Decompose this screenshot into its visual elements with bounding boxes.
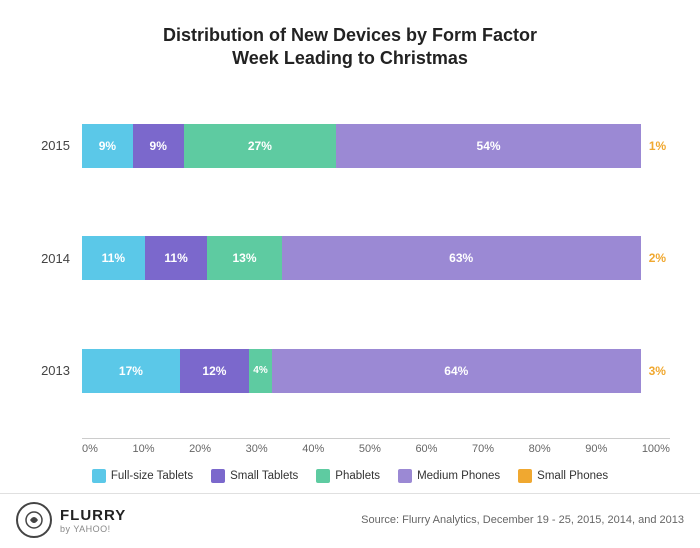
legend-label: Full-size Tablets <box>111 470 193 482</box>
bar-row-2014: 201411%11%13%63%2% <box>30 236 670 280</box>
bar-segment-phablets: 4% <box>249 349 272 393</box>
legend-item-fullSizeTablets: Full-size Tablets <box>92 469 193 483</box>
bar-year-label: 2013 <box>30 363 70 378</box>
bar-segment-phablets: 13% <box>207 236 281 280</box>
legend-item-mediumPhones: Medium Phones <box>398 469 500 483</box>
x-tick: 20% <box>189 443 211 455</box>
x-tick: 0% <box>82 443 98 455</box>
bar-track: 17%12%4%64%3% <box>82 349 670 393</box>
legend-color-swatch <box>316 469 330 483</box>
bar-segment-mediumPhones: 64% <box>272 349 641 393</box>
x-tick: 90% <box>585 443 607 455</box>
legend-item-smallTablets: Small Tablets <box>211 469 298 483</box>
flurry-logo: FLURRY by YAHOO! <box>16 502 126 538</box>
bar-track: 11%11%13%63%2% <box>82 236 670 280</box>
bar-segment-phablets: 27% <box>184 124 336 168</box>
x-tick: 80% <box>529 443 551 455</box>
bar-year-label: 2014 <box>30 251 70 266</box>
flurry-text: FLURRY by YAHOO! <box>60 507 126 534</box>
x-tick: 100% <box>642 443 670 455</box>
legend-color-swatch <box>92 469 106 483</box>
x-tick: 40% <box>302 443 324 455</box>
bar-segment-fullSizeTablets: 9% <box>82 124 133 168</box>
bar-segment-smallTablets: 9% <box>133 124 184 168</box>
chart-container: Distribution of New Devices by Form Fact… <box>0 0 700 493</box>
legend-label: Small Tablets <box>230 470 298 482</box>
legend-item-phablets: Phablets <box>316 469 380 483</box>
bar-segment-mediumPhones: 54% <box>336 124 641 168</box>
footer: FLURRY by YAHOO! Source: Flurry Analytic… <box>0 493 700 548</box>
bar-segment-smallTablets: 11% <box>145 236 208 280</box>
bar-segment-smallTablets: 12% <box>180 349 249 393</box>
flurry-brand-name: FLURRY <box>60 507 126 524</box>
bar-row-2015: 20159%9%27%54%1% <box>30 124 670 168</box>
flurry-brand-sub: by YAHOO! <box>60 524 126 534</box>
chart-area: 20159%9%27%54%1%201411%11%13%63%2%201317… <box>30 95 670 432</box>
x-axis-area: 0% 10% 20% 30% 40% 50% 60% 70% 80% 90% 100% <box>82 438 670 455</box>
legend-color-swatch <box>398 469 412 483</box>
legend-color-swatch <box>211 469 225 483</box>
bar-track: 9%9%27%54%1% <box>82 124 670 168</box>
x-tick: 60% <box>415 443 437 455</box>
x-tick: 30% <box>246 443 268 455</box>
legend-label: Phablets <box>335 470 380 482</box>
flurry-logo-icon <box>16 502 52 538</box>
legend-label: Small Phones <box>537 470 608 482</box>
bar-segment-fullSizeTablets: 11% <box>82 236 145 280</box>
bar-segment-fullSizeTablets: 17% <box>82 349 180 393</box>
bar-segment-small-phones: 3% <box>641 349 670 393</box>
legend-label: Medium Phones <box>417 470 500 482</box>
x-tick: 10% <box>132 443 154 455</box>
x-axis: 0% 10% 20% 30% 40% 50% 60% 70% 80% 90% 100% <box>82 438 670 455</box>
source-text: Source: Flurry Analytics, December 19 - … <box>361 514 684 526</box>
chart-title: Distribution of New Devices by Form Fact… <box>30 24 670 71</box>
legend-item-smallPhones: Small Phones <box>518 469 608 483</box>
legend: Full-size Tablets Small Tablets Phablets Me… <box>30 469 670 483</box>
bar-segment-mediumPhones: 63% <box>282 236 641 280</box>
legend-color-swatch <box>518 469 532 483</box>
bar-segment-small-phones: 1% <box>641 124 670 168</box>
bar-year-label: 2015 <box>30 138 70 153</box>
x-tick: 70% <box>472 443 494 455</box>
bar-segment-small-phones: 2% <box>641 236 670 280</box>
x-tick: 50% <box>359 443 381 455</box>
bar-row-2013: 2013 17%12%4%64%3% <box>30 349 670 393</box>
